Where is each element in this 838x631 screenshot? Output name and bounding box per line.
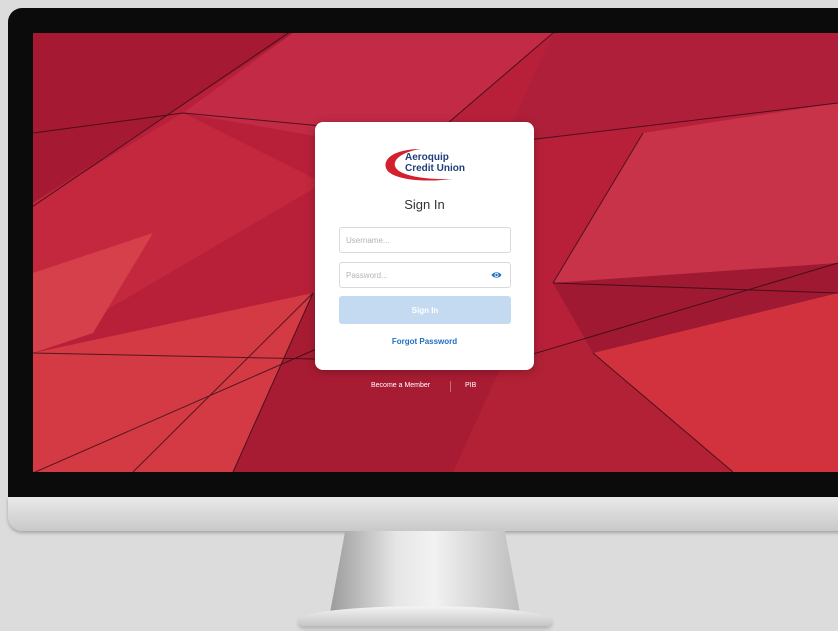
password-input[interactable]	[340, 263, 486, 287]
screen: Aeroquip Credit Union Sign In Sign In Fo…	[33, 33, 838, 472]
credit-union-logo: Aeroquip Credit Union	[381, 146, 491, 186]
login-card: Aeroquip Credit Union Sign In Sign In Fo…	[315, 122, 534, 370]
eye-icon[interactable]	[491, 271, 502, 279]
username-field[interactable]	[339, 227, 511, 253]
forgot-password-link[interactable]: Forgot Password	[315, 337, 534, 346]
password-field[interactable]	[339, 262, 511, 288]
link-divider	[450, 381, 451, 392]
monitor-chin	[8, 497, 838, 531]
page-title: Sign In	[404, 197, 445, 212]
become-member-link[interactable]: Become a Member	[371, 382, 430, 389]
logo-line-2: Credit Union	[405, 163, 465, 174]
logo-text: Aeroquip Credit Union	[405, 152, 465, 174]
monitor-stand-neck	[330, 531, 520, 613]
pib-link[interactable]: PIB	[465, 382, 476, 389]
sign-in-button[interactable]: Sign In	[339, 296, 511, 324]
footer-links: Become a Member PIB	[315, 381, 534, 394]
logo-line-1: Aeroquip	[405, 152, 449, 163]
username-input[interactable]	[340, 228, 486, 252]
